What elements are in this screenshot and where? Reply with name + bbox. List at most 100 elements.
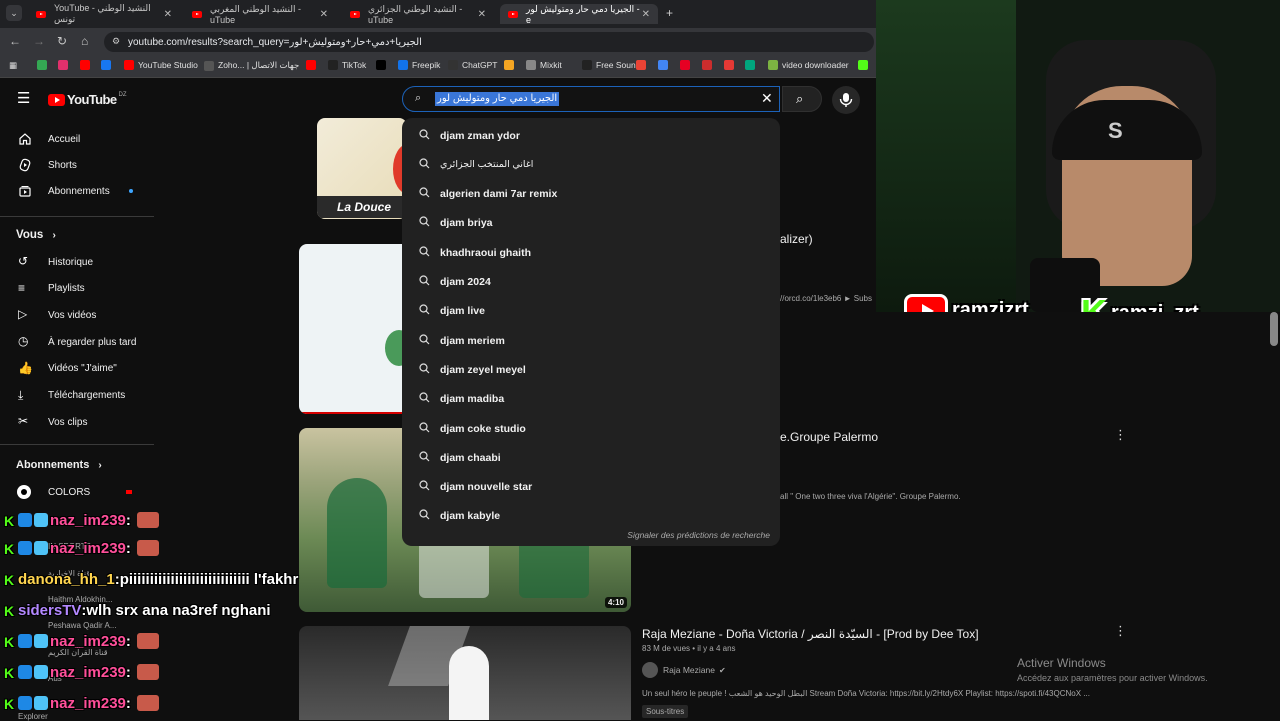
more-options-icon[interactable]: ⋮ (1114, 427, 1127, 443)
sidebar-item-subscriptions[interactable]: Abonnements (0, 178, 154, 204)
youtube-logo-text: YouTube (67, 92, 117, 107)
bookmark-item[interactable]: Free Sound (582, 60, 640, 70)
site-info-icon[interactable]: ⚙ (112, 36, 120, 47)
close-tab-icon[interactable]: ✕ (478, 9, 486, 20)
suggestion-text: djam meriem (440, 334, 505, 347)
webcam-cap: S (1052, 100, 1202, 160)
search-suggestion-item[interactable]: djam live (402, 297, 780, 326)
tab-morocco-anthem[interactable]: النشيد الوطني المغربي - uTube ✕ (184, 4, 336, 25)
sidebar-section-you[interactable]: Vous › (16, 229, 56, 241)
search-button[interactable]: ⌕ (782, 86, 822, 112)
sidebar-item-your-videos[interactable]: ▷ Vos vidéos (0, 302, 154, 328)
video-thumbnail-dona-victoria[interactable] (299, 626, 631, 720)
sidebar-item-liked-videos[interactable]: 👍 Vidéos "J'aime" (0, 356, 154, 382)
sidebar-item-history[interactable]: ↺ Historique (0, 249, 154, 275)
bookmark-item[interactable] (745, 60, 759, 70)
search-suggestion-item[interactable]: djam meriem (402, 326, 780, 355)
new-tab-button[interactable]: + (666, 6, 673, 20)
tab-title: الجيريا دمي حار ومتوليش لور - e (526, 3, 640, 25)
bookmark-item[interactable] (58, 60, 72, 70)
bookmark-item[interactable]: ChatGPT (448, 60, 497, 70)
sidebar-item-shorts[interactable]: Shorts (0, 152, 154, 178)
video-thumbnail[interactable] (299, 244, 409, 414)
search-suggestion-item[interactable]: djam coke studio (402, 414, 780, 443)
bookmark-item[interactable] (724, 60, 738, 70)
back-icon[interactable]: ← (9, 34, 21, 48)
tab-algeria-anthem[interactable]: النشيد الوطني الجزائري - uTube ✕ (342, 4, 494, 25)
bookmark-item[interactable] (658, 60, 672, 70)
video-title-dona-victoria[interactable]: Raja Meziane - Doña Victoria / السيّدة ا… (642, 627, 979, 641)
search-suggestion-item[interactable]: djam chaabi (402, 443, 780, 472)
search-icon (419, 480, 430, 494)
close-tab-icon[interactable]: ✕ (642, 9, 650, 20)
menu-icon[interactable]: ☰ (17, 89, 30, 107)
reload-icon[interactable]: ↻ (57, 34, 67, 48)
report-predictions-link[interactable]: Signaler des prédictions de recherche (627, 530, 770, 540)
bookmark-item[interactable] (376, 60, 390, 70)
bookmark-item[interactable] (702, 60, 716, 70)
tab-tunisia-anthem[interactable]: YouTube - النشيد الوطني تونس ✕ (28, 3, 180, 24)
page-scrollbar[interactable] (1270, 312, 1278, 346)
clear-search-icon[interactable]: ✕ (761, 90, 773, 107)
bookmark-item[interactable]: video downloader (768, 60, 849, 70)
video-thumbnail[interactable]: La Douce (317, 118, 407, 219)
windows-activation-watermark: Activer Windows Accédez aux paramètres p… (1017, 656, 1208, 683)
search-suggestion-item[interactable]: djam zeyel meyel (402, 355, 780, 384)
search-suggestion-item[interactable]: khadhraoui ghaith (402, 238, 780, 267)
more-options-icon[interactable]: ⋮ (1114, 623, 1127, 639)
bookmark-label: Mixkit (540, 60, 562, 70)
forward-icon[interactable]: → (33, 34, 45, 48)
gift-badge-icon (34, 696, 48, 710)
bookmark-item[interactable]: YouTube Studio (124, 60, 198, 70)
bookmark-label: YouTube Studio (138, 60, 198, 70)
search-suggestion-item[interactable]: djam briya (402, 209, 780, 238)
sidebar-section-subscriptions[interactable]: Abonnements › (16, 459, 102, 471)
bookmark-item[interactable]: Mixkit (526, 60, 562, 70)
search-suggestion-item[interactable]: djam zman ydor (402, 121, 780, 150)
tab-search-results[interactable]: الجيريا دمي حار ومتوليش لور - e ✕ (500, 3, 658, 25)
cap-logo-icon: S (1108, 118, 1123, 143)
bookmark-item[interactable]: Freepik (398, 60, 440, 70)
video-stats: 83 M de vues • il y a 4 ans (642, 644, 736, 653)
sidebar-item-home[interactable]: Accueil (0, 126, 154, 152)
video-title[interactable]: e.Groupe Palermo (780, 430, 878, 444)
sidebar-item-your-clips[interactable]: ✂ Vos clips (0, 409, 154, 435)
video-title[interactable]: alizer) (780, 232, 813, 246)
tab-list-icon[interactable]: ⌄ (6, 5, 22, 21)
close-tab-icon[interactable]: ✕ (320, 9, 328, 20)
youtube-favicon-icon (350, 10, 360, 18)
subscription-colors[interactable]: COLORS (0, 479, 154, 505)
search-suggestion-item[interactable]: djam madiba (402, 385, 780, 414)
bookmark-label: TikTok (342, 60, 367, 70)
bookmark-item[interactable] (636, 60, 650, 70)
sidebar-item-downloads[interactable]: ⤓ Téléchargements (0, 383, 154, 409)
bookmark-item[interactable] (306, 60, 320, 70)
suggestion-text: djam briya (440, 217, 493, 230)
bookmark-item[interactable]: TikTok (328, 60, 366, 70)
bookmark-item[interactable] (80, 60, 94, 70)
bookmark-item[interactable] (37, 60, 51, 70)
bookmark-item[interactable]: Zoho... | جهات الاتصال (204, 60, 299, 71)
bookmark-item[interactable] (680, 60, 694, 70)
search-suggestion-item[interactable]: algerien dami 7ar remix (402, 180, 780, 209)
apps-icon[interactable]: ▦ (9, 60, 17, 71)
search-suggestion-item[interactable]: djam kabyle (402, 502, 780, 531)
kick-badge-icon: K (4, 634, 15, 650)
home-icon[interactable]: ⌂ (81, 34, 88, 48)
search-suggestion-item[interactable]: djam 2024 (402, 268, 780, 297)
sidebar-item-playlists[interactable]: ≡ Playlists (0, 276, 154, 302)
microphone-icon (839, 93, 853, 107)
bookmark-item[interactable] (858, 60, 872, 70)
address-bar[interactable]: ⚙ youtube.com/results?search_query=الجير… (104, 32, 874, 52)
search-suggestion-item[interactable]: djam nouvelle star (402, 473, 780, 502)
chat-message: Knaz_im239 : (4, 691, 159, 715)
search-input[interactable]: ⌕ الجيريا دمي حار ومتوليش لور ✕ (402, 86, 780, 112)
youtube-logo[interactable]: YouTube DZ (48, 92, 126, 107)
bookmark-item[interactable] (101, 60, 115, 70)
search-suggestion-item[interactable]: اغاني المنتخب الجزائري (402, 150, 780, 179)
bookmark-item[interactable] (504, 60, 518, 70)
voice-search-button[interactable] (832, 86, 860, 114)
close-tab-icon[interactable]: ✕ (164, 9, 172, 20)
sidebar-item-watch-later[interactable]: ◷ À regarder plus tard (0, 329, 154, 355)
channel-link[interactable]: Raja Meziane ✔ (642, 662, 726, 678)
